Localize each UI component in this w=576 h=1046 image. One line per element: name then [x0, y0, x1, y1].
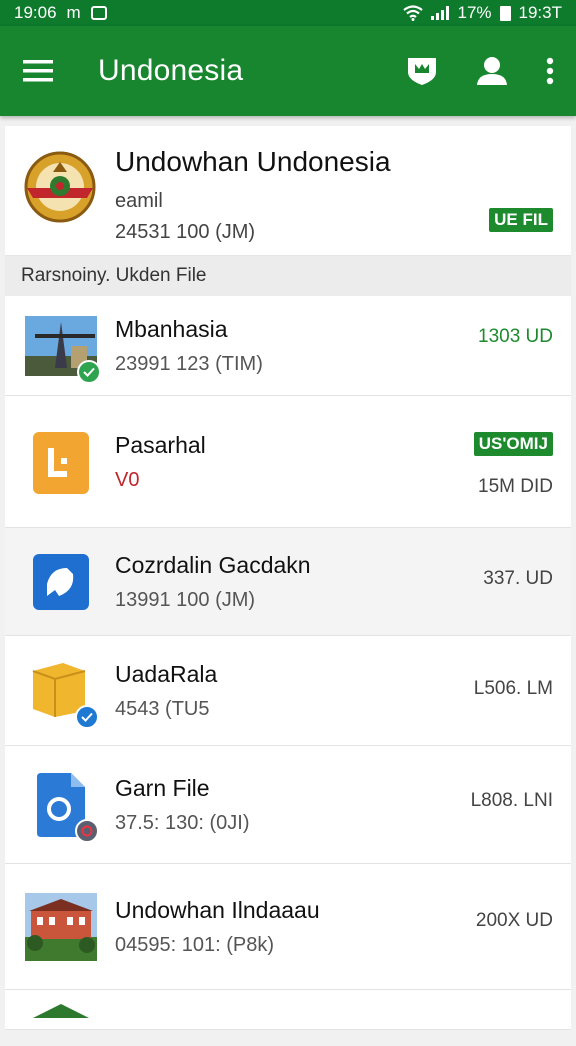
- battery-percent: 17%: [457, 3, 491, 23]
- profile-name: Undowhan Undonesia: [115, 146, 391, 178]
- battery-icon: [500, 6, 511, 21]
- verified-check-icon: [77, 360, 101, 384]
- profile-badge: UE FIL: [489, 208, 553, 232]
- partial-thumbnail-icon: [25, 974, 97, 1046]
- file-meta: 37.5: 130: (0JI): [115, 812, 250, 835]
- file-name: Pasarhal: [115, 432, 206, 459]
- file-meta: 23991 123 (TIM): [115, 353, 263, 376]
- orange-app-icon: [25, 426, 97, 498]
- yellow-box-icon: [25, 655, 97, 727]
- account-icon: [476, 56, 508, 86]
- verified-check-icon: [75, 705, 99, 729]
- file-meta: V0: [115, 469, 206, 492]
- landmark-photo-icon: [25, 310, 97, 382]
- status-carrier: m: [67, 3, 81, 23]
- more-options-button[interactable]: [546, 57, 554, 85]
- profile-subtitle: eamil: [115, 190, 391, 213]
- profile-header[interactable]: Undowhan Undonesia eamil 24531 100 (JM) …: [5, 126, 571, 256]
- file-name: UadaRala: [115, 661, 217, 688]
- file-row[interactable]: Undowhan Ilndaaau 04595: 101: (P8k) 200X…: [5, 864, 571, 990]
- status-clock-right: 19:3T: [519, 3, 562, 23]
- file-size: 15M DID: [478, 476, 553, 498]
- file-row[interactable]: Pasarhal V0 US'OMIJ 15M DID: [5, 396, 571, 528]
- menu-icon: [22, 59, 54, 83]
- notification-icon: [91, 6, 107, 20]
- section-header: Rarsnoiny. Ukden File: [5, 256, 571, 296]
- wifi-icon: [403, 5, 423, 21]
- file-name: Cozrdalin Gacdakn: [115, 552, 311, 579]
- app-title: Undonesia: [98, 54, 243, 88]
- file-badge: US'OMIJ: [474, 432, 553, 456]
- menu-button[interactable]: [22, 59, 54, 83]
- file-size: 337. UD: [483, 568, 553, 590]
- shield-icon: [406, 56, 438, 86]
- file-row[interactable]: Cozrdalin Gacdakn 13991 100 (JM) 337. UD: [5, 528, 571, 636]
- emblem-seal-icon: [23, 150, 97, 224]
- file-meta: 13991 100 (JM): [115, 589, 311, 612]
- file-row[interactable]: UadaRala 4543 (TU5 L506. LM: [5, 636, 571, 746]
- sync-icon: [75, 819, 99, 843]
- status-time: 19:06: [14, 3, 57, 23]
- file-size: L808. LNI: [471, 790, 553, 812]
- file-row-partial[interactable]: [5, 990, 571, 1030]
- file-meta: 04595: 101: (P8k): [115, 934, 320, 957]
- building-photo-icon: [25, 891, 97, 963]
- status-bar: 19:06 m 17% 19:3T: [0, 0, 576, 26]
- file-name: Garn File: [115, 775, 250, 802]
- signal-icon: [431, 6, 449, 20]
- file-size: 1303 UD: [478, 326, 553, 348]
- file-row[interactable]: Garn File 37.5: 130: (0JI) L808. LNI: [5, 746, 571, 864]
- file-size: L506. LM: [474, 678, 553, 700]
- account-button[interactable]: [476, 56, 508, 86]
- file-size: 200X UD: [476, 910, 553, 932]
- profile-detail: 24531 100 (JM): [115, 221, 391, 244]
- shield-button[interactable]: [406, 56, 438, 86]
- file-meta: 4543 (TU5: [115, 698, 217, 721]
- more-vert-icon: [546, 57, 554, 85]
- file-row[interactable]: Mbanhasia 23991 123 (TIM) 1303 UD: [5, 296, 571, 396]
- file-name: Undowhan Ilndaaau: [115, 897, 320, 924]
- blue-document-icon: [25, 769, 97, 841]
- file-list: Undowhan Undonesia eamil 24531 100 (JM) …: [5, 126, 571, 1024]
- file-name: Mbanhasia: [115, 316, 263, 343]
- app-bar: Undonesia: [0, 26, 576, 116]
- blue-app-icon: [25, 546, 97, 618]
